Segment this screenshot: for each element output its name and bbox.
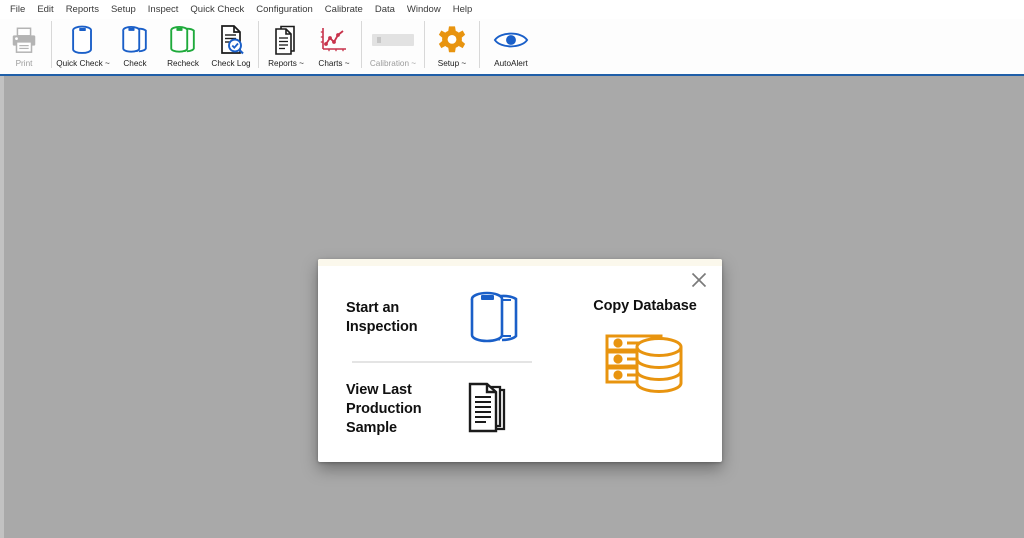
toolbar-label-autoalert: AutoAlert	[494, 59, 528, 68]
documents-stack-icon	[466, 381, 518, 437]
menu-bar: File Edit Reports Setup Inspect Quick Ch…	[0, 0, 1024, 19]
view-last-line2: Production Sample	[346, 400, 422, 436]
toolbar-button-charts[interactable]: Charts ~	[310, 19, 358, 74]
can-stack-green-icon	[168, 22, 198, 58]
close-button[interactable]	[686, 267, 712, 293]
view-last-line1: View Last	[346, 381, 412, 398]
toolbar-separator-5	[479, 21, 480, 68]
application-window: File Edit Reports Setup Inspect Quick Ch…	[0, 0, 1024, 538]
toolbar-label-calibration: Calibration ~	[369, 59, 417, 68]
startup-dialog: Start an Inspection View Last Production…	[318, 259, 722, 462]
menu-item-help[interactable]: Help	[447, 3, 479, 17]
can-stack-icon	[120, 22, 150, 58]
dialog-top-band	[318, 259, 722, 266]
documents-icon	[272, 22, 300, 58]
toolbar-button-calibration[interactable]: Calibration ~	[365, 19, 421, 74]
work-area: Start an Inspection View Last Production…	[0, 76, 1024, 538]
eye-icon	[493, 22, 529, 58]
gear-icon	[437, 22, 467, 58]
toolbar-button-check-log[interactable]: Check Log	[207, 19, 255, 74]
toolbar-button-quick-check[interactable]: Quick Check ~	[55, 19, 111, 74]
toolbar-label-quick-check: Quick Check ~	[56, 59, 110, 68]
database-copy-icon	[599, 328, 691, 398]
menu-item-window[interactable]: Window	[401, 3, 447, 17]
menu-item-reports[interactable]: Reports	[60, 3, 105, 17]
toolbar-separator-4	[424, 21, 425, 68]
menu-item-edit[interactable]: Edit	[31, 3, 59, 17]
menu-item-configuration[interactable]: Configuration	[250, 3, 319, 17]
menu-item-calibrate[interactable]: Calibrate	[319, 3, 369, 17]
dialog-option-view-last-production-sample[interactable]: View Last Production Sample	[346, 378, 546, 440]
line-chart-icon	[319, 22, 349, 58]
printer-icon	[9, 22, 39, 58]
calibration-bar-icon	[371, 22, 415, 58]
toolbar-button-recheck[interactable]: Recheck	[159, 19, 207, 74]
toolbar-label-print: Print	[15, 59, 33, 68]
toolbar-separator-1	[51, 21, 52, 68]
toolbar-separator-2	[258, 21, 259, 68]
can-single-icon	[69, 22, 97, 58]
view-last-production-sample-label: View Last Production Sample	[346, 381, 466, 438]
toolbar-label-check: Check	[123, 59, 147, 68]
toolbar-button-reports[interactable]: Reports ~	[262, 19, 310, 74]
dialog-option-start-inspection[interactable]: Start an Inspection	[346, 285, 531, 351]
toolbar-label-check-log: Check Log	[211, 59, 251, 68]
toolbar-label-recheck: Recheck	[167, 59, 199, 68]
toolbar: Print Quick Check ~ Check Recheck Check …	[0, 19, 1024, 76]
start-inspection-label: Start an Inspection	[346, 300, 418, 335]
menu-item-data[interactable]: Data	[369, 3, 401, 17]
menu-item-file[interactable]: File	[4, 3, 31, 17]
toolbar-label-reports: Reports ~	[268, 59, 304, 68]
toolbar-button-autoalert[interactable]: AutoAlert	[483, 19, 539, 74]
can-stack-blue-icon	[466, 287, 522, 349]
document-search-icon	[217, 22, 245, 58]
toolbar-label-charts: Charts ~	[318, 59, 350, 68]
menu-item-quick-check[interactable]: Quick Check	[184, 3, 250, 17]
toolbar-separator-3	[361, 21, 362, 68]
menu-item-setup[interactable]: Setup	[105, 3, 142, 17]
toolbar-button-print[interactable]: Print	[0, 19, 48, 74]
toolbar-button-setup[interactable]: Setup ~	[428, 19, 476, 74]
menu-item-inspect[interactable]: Inspect	[142, 3, 185, 17]
copy-database-label: Copy Database	[593, 298, 697, 314]
toolbar-label-setup: Setup ~	[437, 59, 467, 68]
close-icon	[691, 272, 707, 288]
dialog-divider	[352, 361, 532, 363]
toolbar-button-check[interactable]: Check	[111, 19, 159, 74]
dialog-option-copy-database[interactable]: Copy Database	[580, 297, 710, 398]
